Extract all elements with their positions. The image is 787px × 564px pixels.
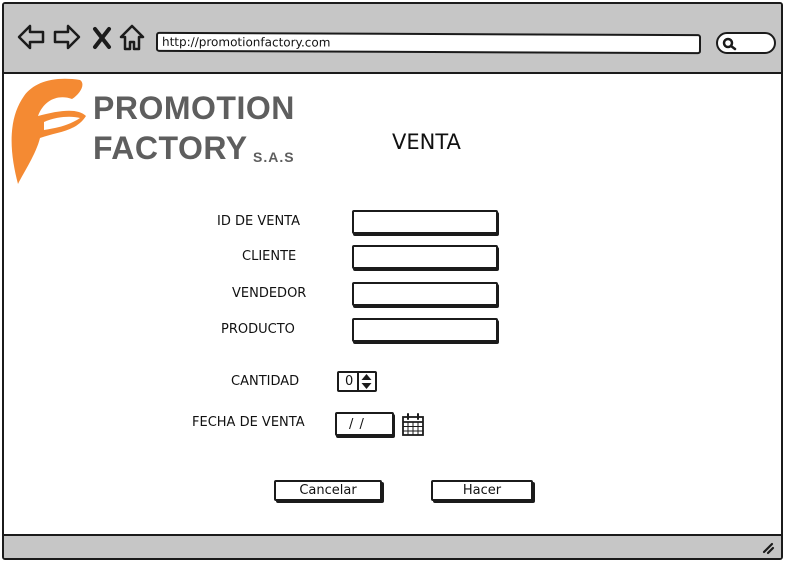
cancel-button[interactable]: Cancelar xyxy=(274,480,382,501)
vendedor-input[interactable] xyxy=(352,282,498,306)
browser-toolbar: http://promotionfactory.com xyxy=(4,4,781,74)
resize-grip-icon[interactable] xyxy=(761,541,775,555)
logo-text-line1: PROMOTION xyxy=(93,90,295,126)
close-icon[interactable] xyxy=(92,26,112,50)
browser-search-field[interactable] xyxy=(716,32,776,54)
producto-label: PRODUCTO xyxy=(221,322,295,337)
back-arrow-icon[interactable] xyxy=(16,22,46,52)
vendedor-label: VENDEDOR xyxy=(232,286,307,301)
fecha-venta-value: / / xyxy=(349,417,365,432)
logo-suffix: S.A.S xyxy=(253,149,295,165)
calendar-icon[interactable] xyxy=(401,413,425,437)
producto-input[interactable] xyxy=(352,318,498,342)
logo-text-line2: FACTORY xyxy=(93,130,248,166)
cantidad-stepper[interactable]: 0 xyxy=(337,371,377,392)
browser-window: http://promotionfactory.com PROMOTION FA… xyxy=(2,2,783,560)
url-bar[interactable]: http://promotionfactory.com xyxy=(155,31,702,55)
home-icon[interactable] xyxy=(118,22,146,52)
cliente-input[interactable] xyxy=(352,245,498,269)
promotion-factory-logo-icon xyxy=(11,78,86,184)
id-venta-label: ID DE VENTA xyxy=(217,214,300,229)
stepper-arrows-icon[interactable] xyxy=(357,373,374,390)
page-title: VENTA xyxy=(392,130,461,154)
cantidad-value: 0 xyxy=(345,374,354,389)
search-icon xyxy=(722,37,737,51)
status-bar xyxy=(4,534,781,558)
id-venta-input[interactable] xyxy=(352,210,498,234)
submit-button[interactable]: Hacer xyxy=(431,480,533,501)
fecha-venta-input[interactable]: / / xyxy=(335,412,394,436)
fecha-venta-label: FECHA DE VENTA xyxy=(192,415,305,430)
cliente-label: CLIENTE xyxy=(242,249,297,264)
cantidad-label: CANTIDAD xyxy=(231,374,300,389)
forward-arrow-icon[interactable] xyxy=(52,22,82,52)
